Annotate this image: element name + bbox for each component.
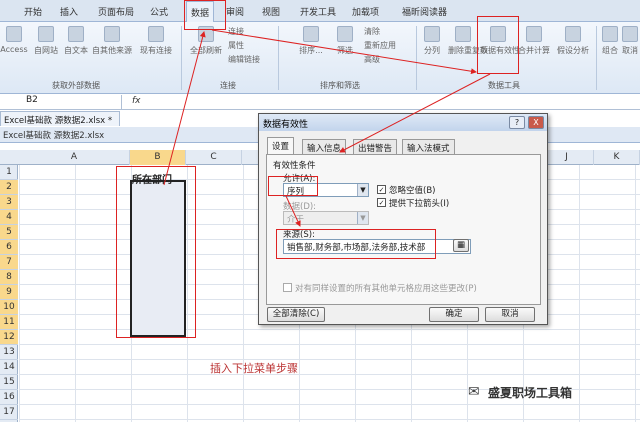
arrow-to-source — [285, 195, 301, 227]
annotation-arrows — [163, 29, 491, 227]
arrow-to-validation — [211, 29, 477, 75]
arrow-to-data-tab — [163, 31, 206, 186]
arrow-to-settings-tab — [339, 73, 491, 153]
